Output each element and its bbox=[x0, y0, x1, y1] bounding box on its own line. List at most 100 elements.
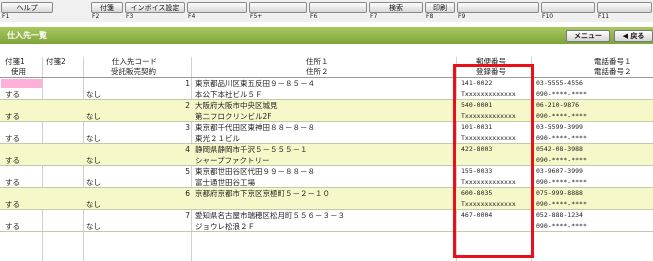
header-phone2: 電話番号２ bbox=[594, 67, 632, 76]
fkey-f9[interactable]: F9 bbox=[456, 1, 540, 21]
row-number: 4 bbox=[185, 145, 190, 154]
function-key-bar: ヘルプ F1 付箋 F2 インボイス設定 F3 F4 F5+ F6 検索 F7 印刷 F8… bbox=[0, 0, 653, 22]
phone2: 090-****-**** bbox=[536, 156, 587, 164]
row-number: 1 bbox=[185, 79, 190, 88]
fkey-label: 付箋 bbox=[91, 2, 123, 13]
address2: 第二フロクリンビル2F bbox=[195, 112, 272, 121]
fkey-label bbox=[597, 2, 652, 13]
fkey-number: F4 bbox=[188, 13, 196, 20]
back-button[interactable]: ◀ 戻る bbox=[614, 30, 653, 42]
row-number: 5 bbox=[185, 167, 190, 176]
row-number: 7 bbox=[185, 211, 190, 220]
consignment: なし bbox=[86, 112, 101, 121]
use-flag: する bbox=[5, 112, 20, 121]
fkey-f10[interactable]: F10 bbox=[540, 1, 596, 21]
use-flag: する bbox=[5, 90, 20, 99]
row-number: 2 bbox=[185, 101, 190, 110]
phone1: 03-5599-3999 bbox=[536, 123, 583, 131]
fkey-label: 検索 bbox=[369, 2, 423, 13]
fkey-label bbox=[249, 2, 307, 13]
address1: 大阪府大阪市中央区城見 bbox=[195, 101, 278, 110]
fkey-number: F6 bbox=[310, 13, 318, 20]
consignment: なし bbox=[86, 222, 101, 231]
table-header: 付箋1 付箋2 仕入先コード 住所１ 郵便番号 電話番号１ 使用 受託販売契約 … bbox=[0, 57, 653, 78]
fkey-number: F1 bbox=[2, 13, 10, 20]
header-use: 使用 bbox=[11, 67, 26, 76]
table-row[interactable]: 3 東京都千代田区東神田８８－８－８ 101-0031 03-5599-3999… bbox=[0, 122, 653, 144]
page-title: 仕入先一覧 bbox=[7, 31, 47, 40]
phone2: 090-****-**** bbox=[536, 112, 587, 120]
fkey-number: F7 bbox=[370, 13, 378, 20]
table-row[interactable]: 1 東京都品川区東五反田９－８５－４ 141-0022 03-5555-4556… bbox=[0, 78, 653, 100]
consignment: なし bbox=[86, 134, 101, 143]
header-address2: 住所２ bbox=[306, 67, 329, 76]
fkey-number: F8 bbox=[426, 13, 434, 20]
fkey-label bbox=[187, 2, 247, 13]
fkey-f6[interactable]: F6 bbox=[308, 1, 368, 21]
phone1: 06-210-9876 bbox=[536, 101, 580, 109]
highlight-box bbox=[453, 64, 534, 258]
header-sticky2: 付箋2 bbox=[46, 57, 66, 66]
header-consignment: 受託販売契約 bbox=[111, 67, 156, 76]
table-row[interactable]: 6 京都府京都市下京区京極町５－２－１０ 600-8035 075-999-88… bbox=[0, 188, 653, 210]
phone1: 075-999-8888 bbox=[536, 189, 583, 197]
address1: 東京都品川区東五反田９－８５－４ bbox=[195, 79, 315, 88]
address1: 京都府京都市下京区京極町５－２－１０ bbox=[195, 189, 330, 198]
address2: 富士通世田谷工場 bbox=[195, 178, 255, 187]
phone1: 03-9607-3999 bbox=[536, 167, 583, 175]
use-flag: する bbox=[5, 178, 20, 187]
use-flag: する bbox=[5, 156, 20, 165]
table-row[interactable]: 5 東京都世田谷区代田９９－８８－８ 155-0033 03-9607-3999… bbox=[0, 166, 653, 188]
address2: 本公下本社ビル５Ｆ bbox=[195, 90, 263, 99]
phone2: 090-****-**** bbox=[536, 200, 587, 208]
address2: ジョウレ松浪２Ｆ bbox=[195, 222, 255, 231]
consignment: なし bbox=[86, 178, 101, 187]
phone2: 090-****-**** bbox=[536, 222, 587, 230]
address1: 東京都世田谷区代田９９－８８－８ bbox=[195, 167, 315, 176]
fkey-label bbox=[457, 2, 539, 13]
address1: 東京都千代田区東神田８８－８－８ bbox=[195, 123, 315, 132]
fkey-f11[interactable]: F11 bbox=[596, 1, 653, 21]
phone2: 090-****-**** bbox=[536, 90, 587, 98]
fkey-number: F10 bbox=[542, 13, 554, 20]
table-row[interactable]: 7 愛知県名古屋市瑞穂区松月町５５６－３－３ 467-0004 052-888-… bbox=[0, 210, 653, 232]
use-flag: する bbox=[5, 134, 20, 143]
address2: 東光２１ビル bbox=[195, 134, 240, 143]
screen-title-bar: 仕入先一覧 メニュー ◀ 戻る bbox=[0, 27, 653, 44]
table-row[interactable]: 4 静岡県静岡市千沢５－５５５－１ 422-8003 0542-08-3988 … bbox=[0, 144, 653, 166]
fkey-number: F9 bbox=[458, 13, 466, 20]
fkey-f5[interactable]: F5+ bbox=[248, 1, 308, 21]
header-supplier-code: 仕入先コード bbox=[112, 57, 157, 66]
phone1: 03-5555-4556 bbox=[536, 79, 583, 87]
phone1: 052-888-1234 bbox=[536, 211, 583, 219]
consignment: なし bbox=[86, 200, 101, 209]
menu-button[interactable]: メニュー bbox=[566, 30, 610, 42]
row-number: 6 bbox=[185, 189, 190, 198]
fkey-f2-sticky[interactable]: 付箋 F2 bbox=[90, 1, 124, 21]
fkey-f4[interactable]: F4 bbox=[186, 1, 248, 21]
phone2: 090-****-**** bbox=[536, 134, 587, 142]
sticky-marker bbox=[1, 79, 42, 88]
table-row[interactable]: 2 大阪府大阪市中央区城見 540-0001 06-210-9876 する なし… bbox=[0, 100, 653, 122]
fkey-label: 印刷 bbox=[425, 2, 455, 13]
fkey-number: F2 bbox=[92, 13, 100, 20]
fkey-number: F3 bbox=[126, 13, 134, 20]
consignment: なし bbox=[86, 90, 101, 99]
use-flag: する bbox=[5, 200, 20, 209]
supplier-table: 1 東京都品川区東五反田９－８５－４ 141-0022 03-5555-4556… bbox=[0, 78, 653, 261]
use-flag: する bbox=[5, 222, 20, 231]
fkey-f3-invoice-settings[interactable]: インボイス設定 F3 bbox=[124, 1, 186, 21]
fkey-f8-print[interactable]: 印刷 F8 bbox=[424, 1, 456, 21]
address1: 静岡県静岡市千沢５－５５５－１ bbox=[195, 145, 308, 154]
header-phone1: 電話番号１ bbox=[594, 57, 632, 66]
fkey-f1-help[interactable]: ヘルプ F1 bbox=[0, 1, 54, 21]
fkey-label: ヘルプ bbox=[1, 2, 53, 13]
fkey-label: インボイス設定 bbox=[125, 2, 185, 13]
fkey-f7-search[interactable]: 検索 F7 bbox=[368, 1, 424, 21]
header-address1: 住所１ bbox=[306, 57, 329, 66]
address2: シャープファクトリー bbox=[195, 156, 270, 165]
fkey-label bbox=[541, 2, 595, 13]
fkey-label bbox=[309, 2, 367, 13]
header-sticky1: 付箋1 bbox=[5, 57, 25, 66]
fkey-number: F5+ bbox=[250, 13, 263, 20]
